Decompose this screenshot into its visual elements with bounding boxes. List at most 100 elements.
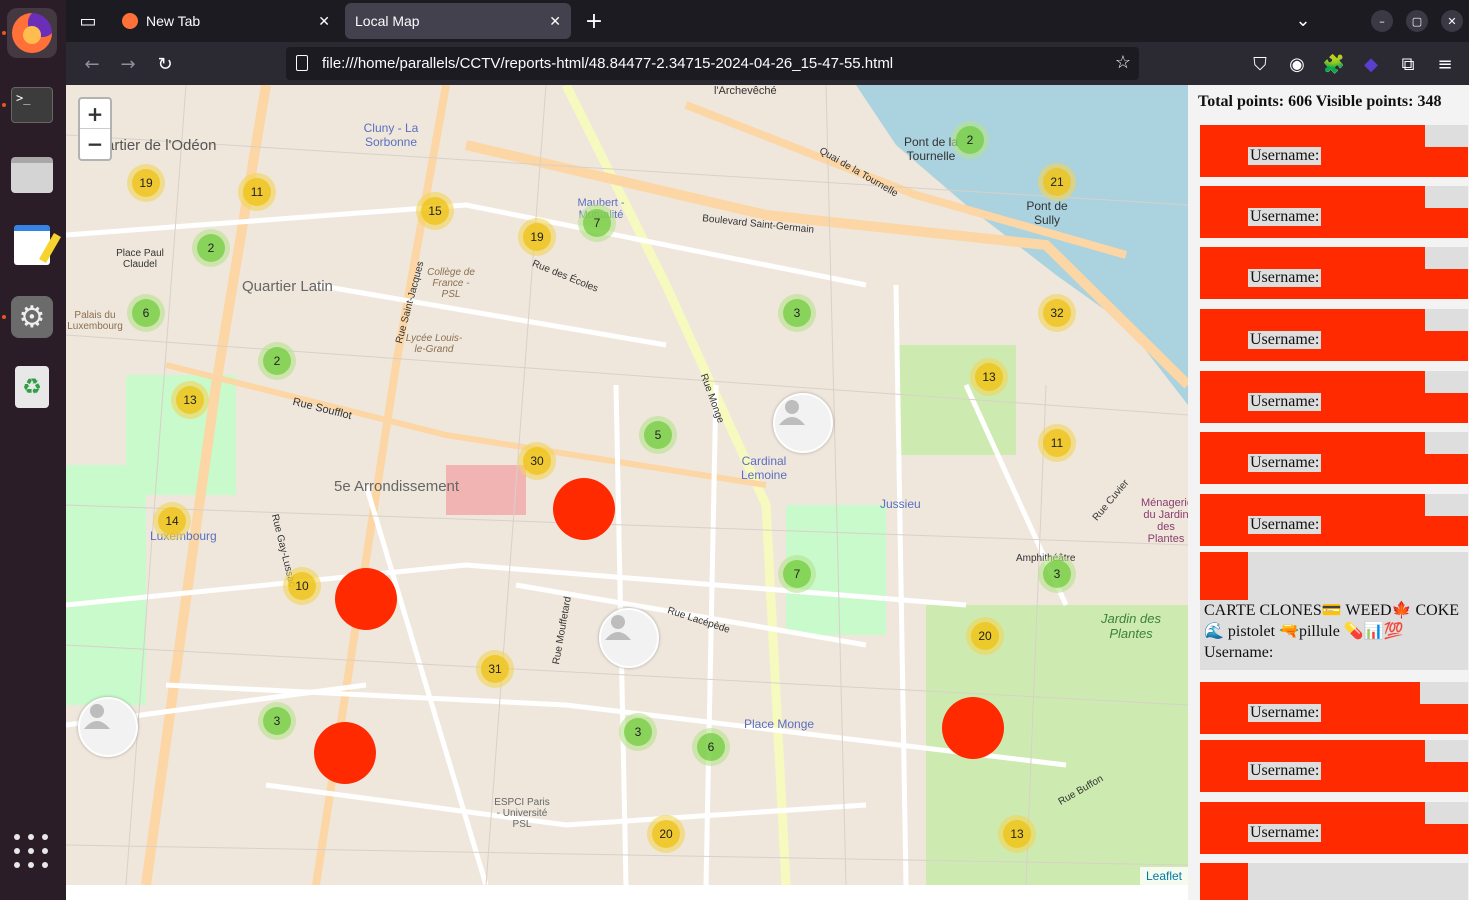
tab-new-tab[interactable]: New Tab ✕ (112, 3, 340, 39)
list-item[interactable]: Username: (1200, 432, 1468, 484)
list-item[interactable]: CARTE CLONES💳 WEED🍁 COKE 🌊 pistolet 🔫pil… (1200, 552, 1468, 670)
marker-cluster[interactable]: 31 (476, 650, 514, 688)
list-item[interactable]: Username: (1200, 186, 1468, 238)
marker-cluster[interactable]: 7 (578, 204, 616, 242)
reload-button[interactable]: ↻ (153, 52, 177, 76)
show-apps-icon[interactable] (14, 834, 50, 870)
map-label: Cardinal Lemoine (740, 454, 788, 482)
marker-cluster[interactable]: 19 (518, 218, 556, 256)
list-item[interactable]: Username: (1200, 802, 1468, 854)
map-label: Cluny - La Sorbonne (363, 121, 419, 149)
marker-cluster[interactable]: 5 (639, 416, 677, 454)
marker-cluster[interactable]: 19 (127, 164, 165, 202)
user-icon (605, 615, 631, 640)
marker-cluster[interactable]: 20 (966, 617, 1004, 655)
username-label: Username: (1204, 644, 1274, 661)
list-item[interactable]: Username: (1200, 740, 1468, 792)
red-marker[interactable] (335, 568, 397, 630)
leaflet-attribution[interactable]: Leaflet (1139, 867, 1188, 885)
settings-icon[interactable]: ⚙ (7, 292, 57, 342)
user-avatar-marker[interactable] (78, 697, 138, 757)
extension-icon[interactable]: 🧩 (1322, 52, 1346, 76)
list-item[interactable]: Username: (1200, 494, 1468, 546)
tab-local-map[interactable]: Local Map ✕ (345, 3, 571, 39)
extensions-puzzle-icon[interactable]: ⧉ (1396, 52, 1420, 76)
maximize-button[interactable]: ▢ (1406, 10, 1428, 32)
map-label: Lycée Louis-le-Grand (405, 333, 463, 355)
marker-cluster[interactable]: 3 (1038, 555, 1076, 593)
forward-button[interactable]: → (116, 52, 140, 76)
marker-cluster[interactable]: 13 (970, 358, 1008, 396)
list-item[interactable]: Username: (1200, 247, 1468, 299)
marker-cluster[interactable]: 11 (238, 173, 276, 211)
tab-label: New Tab (146, 13, 201, 29)
url-bar[interactable]: file:///home/parallels/CCTV/reports-html… (286, 47, 1139, 80)
back-button[interactable]: ← (80, 52, 104, 76)
marker-cluster[interactable]: 2 (951, 121, 989, 159)
new-tab-button[interactable]: + (582, 9, 606, 34)
files-icon[interactable] (7, 150, 57, 200)
marker-cluster[interactable]: 6 (127, 294, 165, 332)
navigation-bar: ← → ↻ file:///home/parallels/CCTV/report… (66, 42, 1469, 85)
marker-cluster[interactable]: 14 (153, 502, 191, 540)
user-avatar-marker[interactable] (599, 608, 659, 668)
username-label: Username: (1248, 331, 1322, 349)
close-window-button[interactable]: ✕ (1441, 10, 1463, 32)
marker-cluster[interactable]: 20 (647, 815, 685, 853)
map[interactable]: artier de l'Odéon Cluny - La Sorbonne Qu… (66, 85, 1188, 885)
tab-bar: ▭ New Tab ✕ Local Map ✕ + ⌄ – ▢ ✕ (66, 0, 1469, 42)
marker-cluster[interactable]: 30 (518, 442, 556, 480)
marker-cluster[interactable]: 21 (1038, 163, 1076, 201)
marker-cluster[interactable]: 3 (778, 294, 816, 332)
map-label: Jussieu (880, 497, 921, 511)
zoom-in-button[interactable]: + (80, 99, 110, 129)
marker-cluster[interactable]: 2 (192, 229, 230, 267)
list-item[interactable]: Username: (1200, 682, 1468, 734)
list-item[interactable]: Username: (1200, 371, 1468, 423)
url-text: file:///home/parallels/CCTV/reports-html… (322, 55, 894, 72)
marker-cluster[interactable]: 11 (1038, 424, 1076, 462)
account-icon[interactable]: ◉ (1285, 52, 1309, 76)
list-tabs-icon[interactable]: ⌄ (1291, 8, 1315, 32)
map-label: Collège de France - PSL (427, 267, 475, 300)
marker-cluster[interactable]: 2 (258, 342, 296, 380)
pocket-icon[interactable]: ⛉ (1248, 52, 1272, 76)
minimize-button[interactable]: – (1371, 10, 1393, 32)
marker-cluster[interactable]: 3 (258, 702, 296, 740)
marker-cluster[interactable]: 13 (998, 815, 1036, 853)
extension-gem-icon[interactable]: ◆ (1359, 52, 1383, 76)
marker-cluster[interactable]: 3 (619, 713, 657, 751)
user-avatar-marker[interactable] (773, 393, 833, 453)
list-item[interactable] (1200, 863, 1468, 900)
page-content: artier de l'Odéon Cluny - La Sorbonne Qu… (66, 85, 1469, 900)
red-marker[interactable] (942, 697, 1004, 759)
close-tab-icon[interactable]: ✕ (318, 13, 330, 30)
user-icon (779, 400, 805, 425)
terminal-icon[interactable]: >_ (7, 80, 57, 130)
bookmark-star-icon[interactable]: ☆ (1115, 52, 1131, 73)
red-marker[interactable] (314, 722, 376, 784)
menu-icon[interactable]: ≡ (1433, 52, 1457, 76)
firefox-icon[interactable] (7, 8, 57, 58)
list-item[interactable]: Username: (1200, 309, 1468, 361)
map-label: Place Monge (744, 717, 815, 731)
marker-cluster[interactable]: 6 (692, 728, 730, 766)
map-label: Quartier Latin (242, 278, 333, 295)
marker-cluster[interactable]: 15 (416, 192, 454, 230)
map-label: Ménagerie du Jardin des Plantes (1141, 497, 1188, 545)
user-icon (84, 704, 110, 729)
zoom-control: + − (78, 97, 112, 161)
marker-cluster[interactable]: 32 (1038, 294, 1076, 332)
red-marker[interactable] (553, 478, 615, 540)
tab-overview-icon[interactable]: ▭ (76, 9, 100, 33)
zoom-out-button[interactable]: − (80, 129, 110, 159)
page-icon (296, 55, 308, 71)
marker-cluster[interactable]: 10 (283, 567, 321, 605)
marker-cluster[interactable]: 13 (171, 381, 209, 419)
marker-cluster[interactable]: 7 (778, 555, 816, 593)
listing-description: CARTE CLONES💳 WEED🍁 COKE 🌊 pistolet 🔫pil… (1204, 600, 1468, 663)
close-tab-icon[interactable]: ✕ (549, 13, 561, 30)
text-editor-icon[interactable] (7, 220, 61, 270)
list-item[interactable]: Username: (1200, 125, 1468, 177)
trash-icon[interactable]: ♻ (7, 362, 57, 412)
